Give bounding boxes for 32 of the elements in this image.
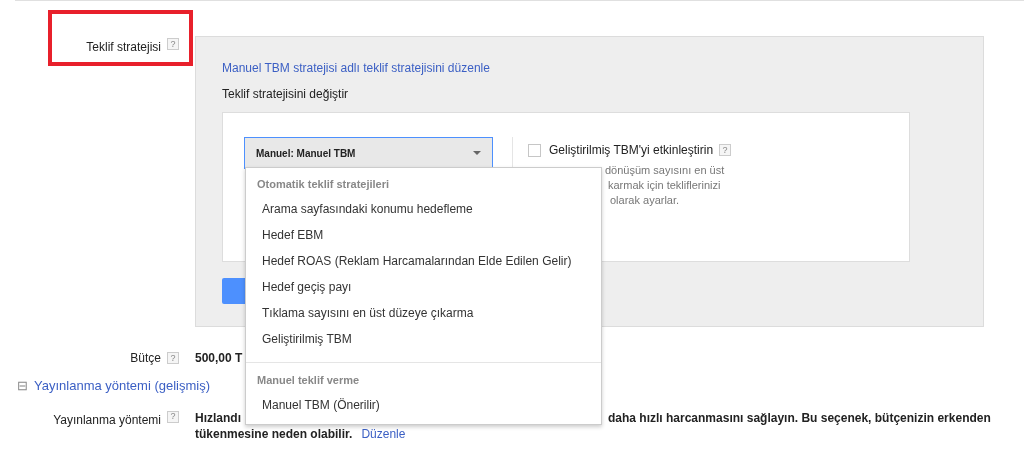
delivery-text: tükenmesine neden olabilir. xyxy=(195,425,353,442)
edit-link[interactable]: Düzenle xyxy=(361,425,406,442)
field-label: Teklif stratejisi xyxy=(86,39,161,56)
help-icon[interactable]: ? xyxy=(719,144,732,156)
collapse-toggle[interactable]: ⊟ xyxy=(17,379,28,393)
delivery-text: daha hızlı harcanmasını sağlayın. Bu seçenek, bütçenizin erkenden xyxy=(608,409,991,426)
menu-group-header: Manuel teklif verme xyxy=(256,373,361,388)
edit-strategy-link[interactable]: Manuel TBM stratejisi adlı teklif stratejisini düzenle xyxy=(222,59,983,77)
menu-item[interactable]: Hedef geçiş payı xyxy=(246,274,601,300)
description-text: olarak ayarlar. xyxy=(609,193,681,208)
menu-item[interactable]: Hedef ROAS (Reklam Harcamalarından Elde Edilen Gelir) xyxy=(246,248,601,274)
field-label: Yayınlanma yöntemi xyxy=(53,411,161,429)
description-text: karmak için tekliflerinizi xyxy=(607,178,722,193)
menu-item[interactable]: Manuel TBM (Önerilir) xyxy=(246,392,601,418)
section-link[interactable]: Yayınlanma yöntemi (gelişmiş) xyxy=(34,376,211,396)
help-icon[interactable]: ? xyxy=(167,352,179,364)
menu-item[interactable]: Geliştirilmiş TBM xyxy=(246,326,601,352)
menu-item[interactable]: Hedef EBM xyxy=(246,222,601,248)
checkbox-label: Geliştirilmiş TBM'yi etkinleştirin xyxy=(549,142,714,159)
strategy-dropdown[interactable]: Manuel: Manuel TBM xyxy=(244,137,493,169)
help-icon[interactable]: ? xyxy=(167,410,179,423)
budget-value: 500,00 T xyxy=(195,350,243,367)
menu-item[interactable]: Tıklama sayısını en üst düzeye çıkarma xyxy=(246,300,601,326)
checkbox[interactable] xyxy=(528,143,541,157)
section-heading: Teklif stratejisini değiştir xyxy=(222,86,350,103)
field-label: Bütçe xyxy=(130,350,161,367)
menu-item[interactable]: Arama sayfasındaki konumu hedefleme xyxy=(246,196,601,222)
delivery-text: Hızlandı xyxy=(195,409,242,426)
help-icon[interactable]: ? xyxy=(167,38,179,50)
description-text: dönüşüm sayısını en üst xyxy=(605,163,726,178)
caret-icon xyxy=(473,151,481,155)
menu-group-header: Otomatik teklif stratejileri xyxy=(256,177,391,192)
